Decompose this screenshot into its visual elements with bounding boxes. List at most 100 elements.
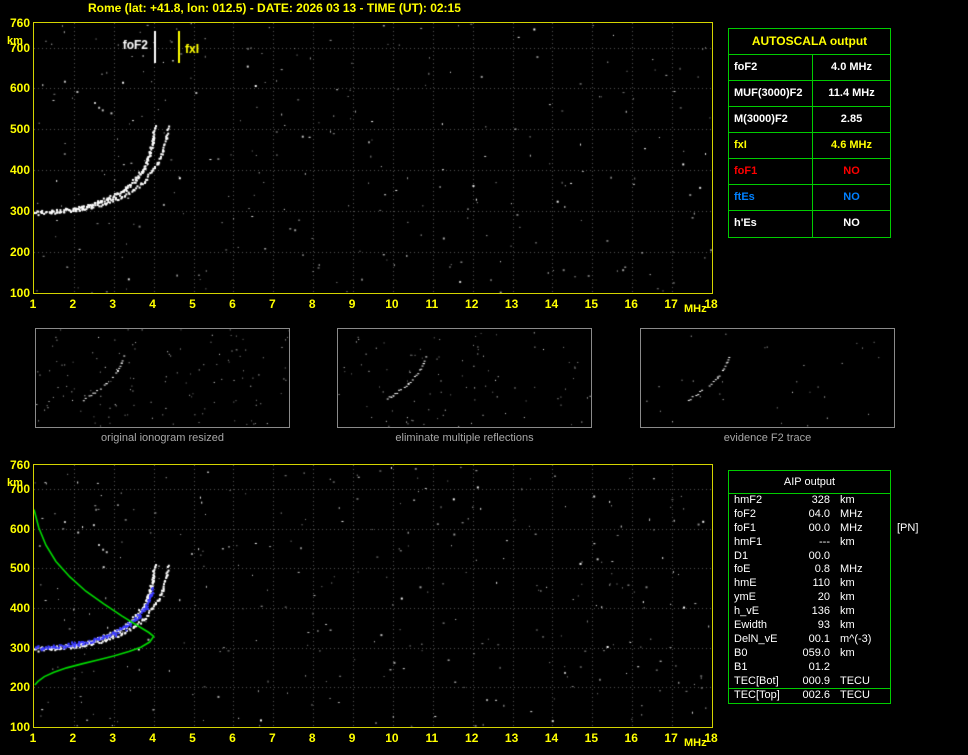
y-tick-label: 100 bbox=[9, 286, 30, 300]
thumbnail-caption: eliminate multiple reflections bbox=[395, 432, 534, 444]
param-label: fxI bbox=[729, 133, 813, 158]
param-label: h_vE bbox=[734, 605, 760, 618]
y-tick-label: 600 bbox=[9, 81, 30, 96]
y-tick-label: 600 bbox=[9, 521, 30, 536]
param-label: B0 bbox=[734, 646, 748, 659]
x-tick-label: 10 bbox=[385, 297, 399, 311]
table-row: ymE 20 km bbox=[729, 591, 890, 605]
main-ionogram-canvas bbox=[33, 22, 713, 294]
thumbnail-original-ionogram bbox=[35, 328, 290, 428]
param-value: 002.6 bbox=[802, 689, 830, 702]
y-tick-label: 500 bbox=[9, 561, 30, 576]
x-tick-label: 16 bbox=[624, 297, 638, 311]
param-label: foF2 bbox=[729, 55, 813, 80]
param-unit: MHz bbox=[840, 507, 863, 520]
table-row: MUF(3000)F2 11.4 MHz bbox=[729, 81, 890, 107]
param-label: hmF2 bbox=[734, 494, 763, 506]
param-value: 11.4 MHz bbox=[828, 87, 875, 99]
param-value: 01.2 bbox=[808, 660, 830, 673]
param-value: 4.0 MHz bbox=[831, 61, 872, 73]
table-row: ftEs NO bbox=[729, 185, 890, 211]
thumbnail-f2-trace bbox=[640, 328, 895, 428]
param-unit: TECU bbox=[840, 674, 870, 687]
param-value: 0.8 bbox=[814, 563, 830, 576]
param-label: MUF(3000)F2 bbox=[729, 81, 813, 106]
profile-ionogram-canvas bbox=[33, 464, 713, 728]
x-tick-label: 6 bbox=[229, 297, 236, 311]
y-tick-label: 200 bbox=[9, 245, 30, 260]
x-tick-label: 15 bbox=[584, 297, 599, 311]
param-label: ftEs bbox=[729, 185, 813, 210]
param-label: B1 bbox=[734, 660, 748, 673]
table-row: TEC[Bot] 000.9 TECU bbox=[729, 675, 890, 689]
x-tick-label: 13 bbox=[504, 731, 519, 745]
x-tick-label: 9 bbox=[348, 297, 356, 311]
x-tick-label: 2 bbox=[69, 297, 77, 311]
x-tick-label: 17 bbox=[664, 297, 678, 311]
thumbnail-original-canvas bbox=[36, 329, 289, 427]
table-row: h'Es NO bbox=[729, 211, 890, 237]
thumbnail-multiple-reflections bbox=[337, 328, 592, 428]
param-label: DelN_vE bbox=[734, 632, 778, 645]
x-tick-label: 8 bbox=[308, 297, 316, 311]
param-value: --- bbox=[819, 535, 830, 548]
param-label: ymE bbox=[734, 591, 756, 604]
table-row: hmE 110 km bbox=[729, 577, 890, 591]
x-tick-label: 5 bbox=[189, 731, 196, 745]
param-label: TEC[Top] bbox=[734, 689, 780, 702]
param-value: NO bbox=[843, 217, 860, 229]
y-tick-label: 300 bbox=[9, 204, 30, 219]
thumbnail-f2-trace-canvas bbox=[641, 329, 894, 427]
x-tick-label: 4 bbox=[149, 731, 156, 745]
y-axis-unit-label: km bbox=[7, 477, 23, 489]
table-row: h_vE 136 km bbox=[729, 605, 890, 619]
x-tick-label: 16 bbox=[624, 731, 638, 745]
param-value: 00.0 bbox=[808, 549, 830, 562]
param-value: 000.9 bbox=[802, 674, 830, 687]
x-tick-label: 12 bbox=[465, 731, 479, 745]
param-label: foF1 bbox=[729, 159, 813, 184]
x-tick-label: 11 bbox=[425, 731, 439, 745]
param-value: 00.1 bbox=[808, 632, 830, 645]
x-tick-label: 13 bbox=[504, 297, 519, 311]
param-label: hmE bbox=[734, 577, 757, 590]
y-tick-label: 200 bbox=[9, 680, 30, 695]
y-tick-label: 500 bbox=[9, 122, 30, 137]
x-tick-label: 4 bbox=[149, 297, 156, 311]
table-row: hmF1 --- km bbox=[729, 536, 890, 550]
param-value: 93 bbox=[817, 619, 830, 632]
table-row: M(3000)F2 2.85 bbox=[729, 107, 890, 133]
param-label: D1 bbox=[734, 549, 749, 562]
table-row: B1 01.2 bbox=[729, 661, 890, 675]
param-unit: km bbox=[840, 646, 855, 659]
param-value: 136 bbox=[811, 605, 830, 618]
param-label: Ewidth bbox=[734, 619, 768, 632]
table-row: foF2 4.0 MHz bbox=[729, 55, 890, 81]
param-unit: km bbox=[840, 494, 855, 506]
param-unit: km bbox=[840, 605, 855, 618]
table-row: Ewidth 93 km bbox=[729, 619, 890, 633]
x-axis-unit-label: MHz bbox=[684, 737, 707, 749]
y-tick-label: 400 bbox=[9, 600, 30, 615]
param-value: 20 bbox=[817, 591, 830, 604]
table-row: TEC[Top] 002.6 TECU bbox=[729, 688, 890, 702]
param-unit: km bbox=[840, 577, 855, 590]
param-unit: km bbox=[840, 535, 855, 548]
y-tick-label: 100 bbox=[9, 720, 30, 734]
param-unit: km bbox=[840, 619, 855, 632]
param-value: 328 bbox=[811, 494, 830, 506]
x-tick-label: 7 bbox=[268, 731, 276, 745]
param-unit: MHz bbox=[840, 563, 863, 576]
x-tick-label: 7 bbox=[268, 297, 276, 311]
thumbnail-caption: evidence F2 trace bbox=[723, 432, 812, 444]
x-tick-label: 2 bbox=[69, 731, 77, 745]
param-value: 00.0 bbox=[808, 521, 830, 534]
x-tick-label: 3 bbox=[109, 731, 117, 745]
y-axis-unit-label: km bbox=[7, 35, 23, 47]
y-tick-label: 400 bbox=[9, 163, 30, 178]
autoscala-panel-title: AUTOSCALA output bbox=[729, 29, 890, 55]
param-note: [PN] bbox=[897, 521, 919, 534]
autoscala-output-panel: AUTOSCALA output foF2 4.0 MHz MUF(3000)F… bbox=[728, 28, 891, 238]
param-value: 059.0 bbox=[802, 646, 830, 659]
x-tick-label: 10 bbox=[385, 731, 399, 745]
